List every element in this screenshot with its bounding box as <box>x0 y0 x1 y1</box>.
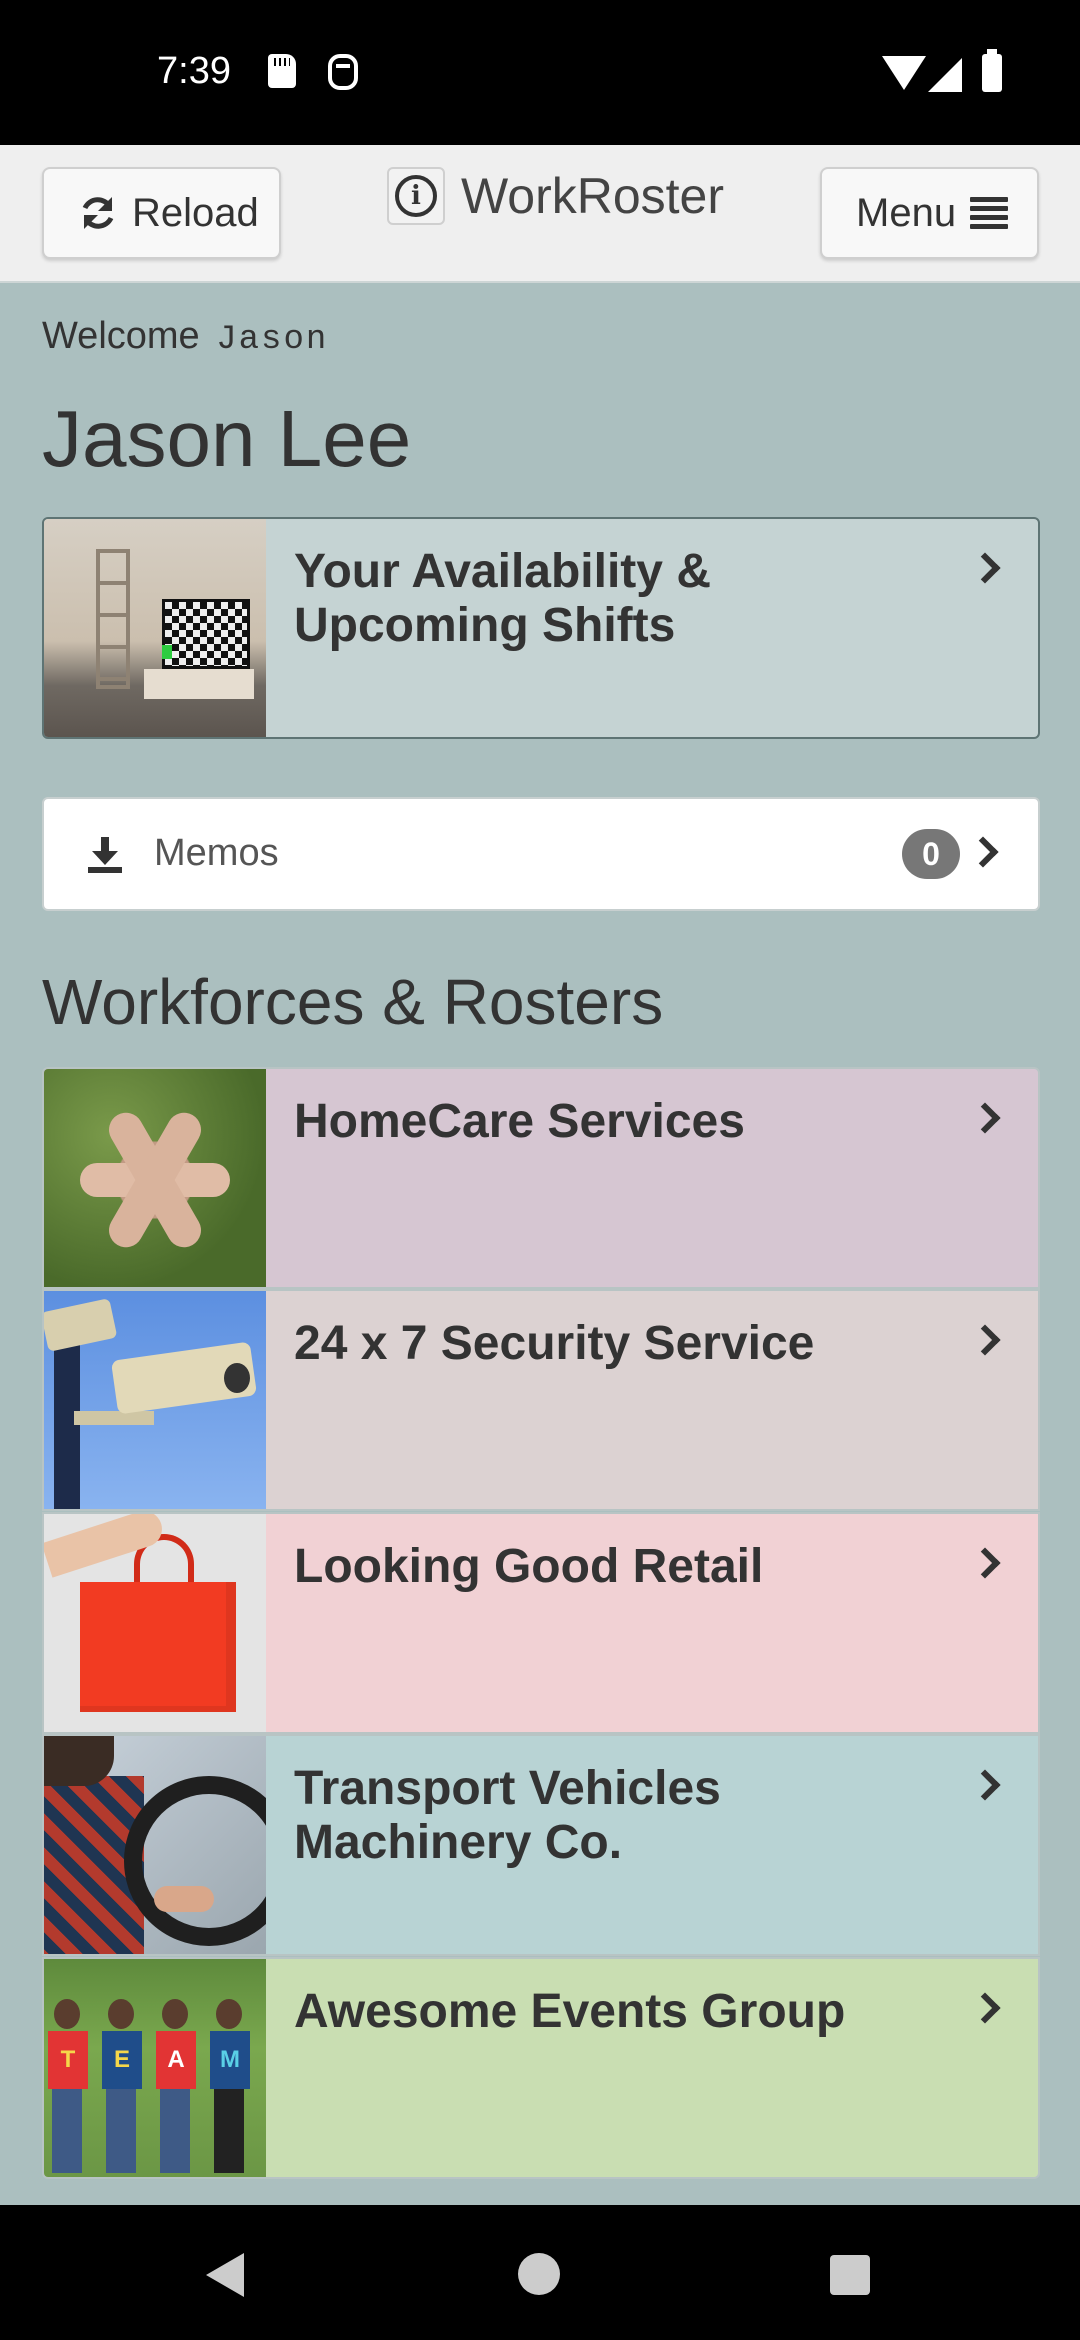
hamburger-icon <box>970 197 1009 229</box>
roster-item-security[interactable]: 24 x 7 Security Service <box>42 1289 1040 1511</box>
menu-label: Menu <box>856 190 957 235</box>
roster-item-retail[interactable]: Looking Good Retail <box>42 1512 1040 1734</box>
system-nav-bar <box>0 2205 1080 2340</box>
home-icon[interactable] <box>518 2253 560 2295</box>
availability-thumbnail <box>44 519 266 737</box>
debug-icon <box>328 54 358 90</box>
roster-label: Looking Good Retail <box>294 1540 764 1593</box>
memos-row[interactable]: Memos 0 <box>42 797 1040 911</box>
battery-icon <box>982 49 1002 92</box>
status-bar: 7:39 <box>0 0 1080 145</box>
roster-thumbnail-events: T E A M <box>44 1959 266 2177</box>
roster-thumbnail-homecare <box>44 1069 266 1287</box>
section-title: Workforces & Rosters <box>42 966 664 1038</box>
roster-item-events[interactable]: T E A M Awesome Events Group <box>42 1957 1040 2179</box>
app-title: WorkRoster <box>461 168 725 224</box>
signal-icon <box>928 58 962 92</box>
menu-button[interactable]: Menu <box>820 167 1039 259</box>
welcome-prefix: Welcome <box>42 315 200 357</box>
roster-thumbnail-transport <box>44 1736 266 1954</box>
chevron-right-icon <box>967 836 999 868</box>
recents-icon[interactable] <box>830 2255 870 2295</box>
roster-label: 24 x 7 Security Service <box>294 1317 815 1370</box>
roster-item-transport[interactable]: Transport Vehicles Machinery Co. <box>42 1734 1040 1956</box>
roster-item-homecare[interactable]: HomeCare Services <box>42 1067 1040 1289</box>
user-full-name: Jason Lee <box>42 394 412 483</box>
welcome-username: Jason <box>216 321 329 359</box>
sd-card-icon <box>268 54 296 88</box>
info-icon: i <box>387 167 445 225</box>
memos-count-badge: 0 <box>902 829 960 879</box>
reload-icon <box>82 197 114 229</box>
app-screen: Reload i WorkRoster Menu Welcome Jason J… <box>0 145 1080 2205</box>
status-time: 7:39 <box>157 50 231 92</box>
top-bar: Reload i WorkRoster Menu <box>0 145 1080 283</box>
roster-thumbnail-retail <box>44 1514 266 1732</box>
wifi-icon <box>882 56 926 90</box>
memos-label: Memos <box>154 832 279 874</box>
roster-label: HomeCare Services <box>294 1095 745 1148</box>
back-icon[interactable] <box>206 2253 244 2297</box>
download-icon <box>88 837 122 873</box>
welcome-text: Welcome Jason <box>42 315 328 359</box>
app-brand[interactable]: i WorkRoster <box>387 167 724 225</box>
reload-button[interactable]: Reload <box>42 167 281 259</box>
availability-label: Your Availability & Upcoming Shifts <box>294 545 711 652</box>
reload-label: Reload <box>132 190 259 235</box>
roster-label: Transport Vehicles Machinery Co. <box>294 1762 721 1869</box>
availability-card[interactable]: Your Availability & Upcoming Shifts <box>42 517 1040 739</box>
roster-thumbnail-security <box>44 1291 266 1509</box>
roster-label: Awesome Events Group <box>294 1985 846 2038</box>
